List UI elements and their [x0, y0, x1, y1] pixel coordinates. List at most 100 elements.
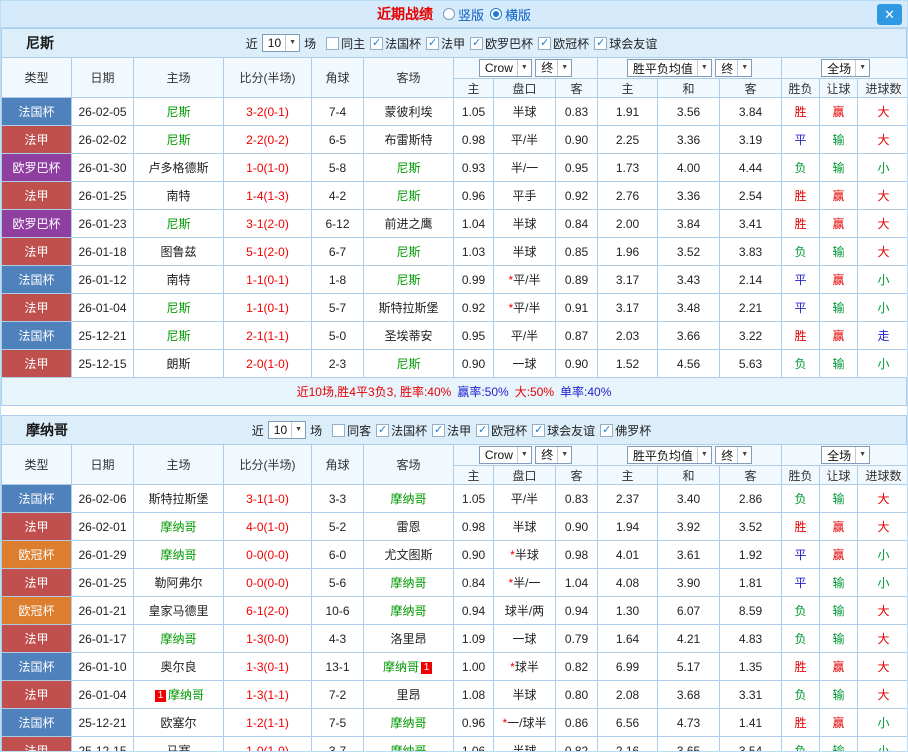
team-label: 摩纳哥	[160, 548, 197, 562]
chevron-down-icon: ▼	[285, 35, 296, 51]
scope-select[interactable]: 全场 ▼	[821, 59, 871, 77]
cell-result-handicap: 赢	[819, 708, 859, 737]
cell-home-team: 尼斯	[133, 321, 224, 350]
match-count-select[interactable]: 10 ▼	[261, 34, 301, 52]
cell-asia-home-odds: 0.84	[453, 568, 494, 597]
cell-home-team: 摩纳哥	[133, 624, 224, 653]
view-option-vertical[interactable]: 竖版	[442, 5, 484, 24]
cell-europe-away-odds: 4.83	[719, 624, 783, 653]
cell-europe-draw-odds: 3.84	[657, 209, 721, 238]
match-count-select[interactable]: 10 ▼	[267, 421, 307, 439]
filter-checkbox-同客[interactable]: 同客	[332, 422, 371, 439]
cell-away-team: 摩纳哥	[363, 568, 454, 597]
filter-checkbox-欧冠杯[interactable]: ✓ 欧冠杯	[476, 422, 527, 439]
cell-result-handicap: 输	[819, 596, 859, 625]
close-button[interactable]: ✕	[877, 4, 902, 25]
cell-europe-away-odds: 3.84	[719, 97, 783, 126]
cell-asia-away-odds: 0.91	[554, 293, 599, 322]
team-label: 布雷斯特	[384, 133, 433, 147]
filter-checkbox-法国杯[interactable]: ✓ 法国杯	[376, 422, 427, 439]
europe-final-select[interactable]: 终 ▼	[715, 446, 753, 464]
cell-result-handicap: 输	[819, 237, 859, 266]
team-label: 尼斯	[396, 161, 421, 175]
cell-competition: 法国杯	[1, 708, 72, 737]
cell-result-handicap: 输	[819, 568, 859, 597]
match-row: 法甲 26-01-17 摩纳哥 1-3(0-0) 4-3 洛里昂 1.09 一球 0.79 1.6…	[1, 624, 907, 653]
match-row: 法甲 26-01-25 勒阿弗尔 0-0(0-0) 5-6 摩纳哥 0.84 *半/一 1.04…	[1, 568, 907, 597]
filter-checkbox-同主[interactable]: 同主	[326, 35, 365, 52]
filter-checkbox-球会友谊[interactable]: ✓ 球会友谊	[594, 35, 657, 52]
cell-away-team: 前进之鹰	[363, 209, 454, 238]
cell-asia-handicap: *一/球半	[493, 708, 556, 737]
view-option-horizontal[interactable]: 横版	[490, 5, 531, 24]
cell-europe-draw-odds: 4.56	[657, 349, 721, 378]
cell-europe-draw-odds: 3.92	[657, 512, 721, 541]
cell-result-goals: 大	[857, 181, 907, 210]
sub-header-europe-draw: 和	[657, 78, 721, 98]
cell-date: 25-12-15	[71, 349, 134, 378]
cell-europe-home-odds: 4.01	[597, 540, 659, 569]
filter-checkbox-法甲[interactable]: ✓ 法甲	[426, 35, 465, 52]
cell-result-goals: 大	[857, 209, 907, 238]
chevron-down-icon: ▼	[737, 60, 748, 76]
odds-final-select[interactable]: 终 ▼	[535, 445, 573, 464]
odds-source-select[interactable]: Crow ▼	[478, 59, 532, 78]
cell-europe-away-odds: 1.35	[719, 652, 783, 681]
cell-score: 1-3(0-0)	[223, 624, 312, 653]
cell-europe-draw-odds: 4.00	[657, 153, 721, 182]
cell-score: 1-1(0-1)	[223, 265, 312, 294]
cell-score: 1-1(0-1)	[223, 293, 312, 322]
cell-result-outcome: 平	[781, 293, 821, 322]
filter-checkbox-球会友谊[interactable]: ✓ 球会友谊	[532, 422, 595, 439]
odds-source-select[interactable]: Crow ▼	[478, 446, 532, 465]
odds-final-select[interactable]: 终 ▼	[535, 58, 573, 77]
match-count-value: 10	[273, 423, 288, 437]
cell-europe-draw-odds: 3.40	[657, 484, 721, 513]
filter-checkbox-欧罗巴杯[interactable]: ✓ 欧罗巴杯	[470, 35, 533, 52]
col-header-score: 比分(半场)	[223, 57, 312, 98]
filter-checkbox-欧冠杯[interactable]: ✓ 欧冠杯	[538, 35, 589, 52]
cell-competition: 法甲	[1, 512, 72, 541]
match-row: 法国杯 25-12-21 欧塞尔 1-2(1-1) 7-5 摩纳哥 0.96 *一/球半 0.8…	[1, 708, 907, 737]
filter-checkbox-法国杯[interactable]: ✓ 法国杯	[370, 35, 421, 52]
cell-result-goals: 小	[857, 349, 907, 378]
cell-score: 2-0(1-0)	[223, 349, 312, 378]
view-option-vertical-label: 竖版	[457, 7, 484, 23]
europe-odds-select[interactable]: 胜平负均值 ▼	[626, 446, 712, 464]
europe-final-select[interactable]: 终 ▼	[715, 59, 753, 77]
cell-home-team: 南特	[133, 265, 224, 294]
europe-odds-group: 胜平负均值 ▼ 终 ▼	[597, 444, 783, 466]
cell-score: 1-2(1-1)	[223, 708, 312, 737]
cell-corners: 3-3	[311, 484, 364, 513]
cell-away-team: 尼斯	[363, 181, 454, 210]
cell-date: 26-02-05	[71, 97, 134, 126]
cell-europe-away-odds: 5.63	[719, 349, 783, 378]
cell-away-team: 尼斯	[363, 237, 454, 266]
recent-results-panel: 近期战绩 竖版 横版 ✕ 尼斯 近 10 ▼ 场 同主 ✓ 法国杯 ✓ 法甲 ✓ 欧罗巴杯 ✓…	[0, 0, 908, 752]
cell-corners: 7-2	[311, 680, 364, 709]
cell-home-team: 尼斯	[133, 125, 224, 154]
cell-asia-away-odds: 0.94	[554, 596, 599, 625]
cell-score: 1-0(1-0)	[223, 153, 312, 182]
cell-result-goals: 大	[857, 512, 907, 541]
cell-corners: 6-0	[311, 540, 364, 569]
cell-corners: 4-2	[311, 181, 364, 210]
cell-result-handicap: 输	[819, 349, 859, 378]
sub-header-europe-home: 主	[597, 465, 659, 485]
cell-asia-home-odds: 0.92	[453, 293, 494, 322]
cell-competition: 法国杯	[1, 652, 72, 681]
scope-select[interactable]: 全场 ▼	[821, 446, 871, 464]
cell-asia-away-odds: 0.82	[554, 736, 599, 751]
cell-asia-home-odds: 0.93	[453, 153, 494, 182]
cell-result-outcome: 平	[781, 540, 821, 569]
filter-checkbox-法甲[interactable]: ✓ 法甲	[432, 422, 471, 439]
match-row: 法甲 26-02-01 摩纳哥 4-0(1-0) 5-2 雷恩 0.98 半球 0.90 1.94…	[1, 512, 907, 541]
chevron-down-icon: ▼	[696, 447, 708, 463]
cell-europe-draw-odds: 3.61	[657, 540, 721, 569]
cell-result-goals: 大	[857, 97, 907, 126]
asia-odds-group: Crow ▼ 终 ▼	[452, 57, 599, 79]
cell-corners: 5-7	[311, 293, 364, 322]
cell-europe-home-odds: 6.56	[597, 708, 659, 737]
filter-checkbox-佛罗杯[interactable]: ✓ 佛罗杯	[600, 422, 651, 439]
europe-odds-select[interactable]: 胜平负均值 ▼	[626, 59, 712, 77]
